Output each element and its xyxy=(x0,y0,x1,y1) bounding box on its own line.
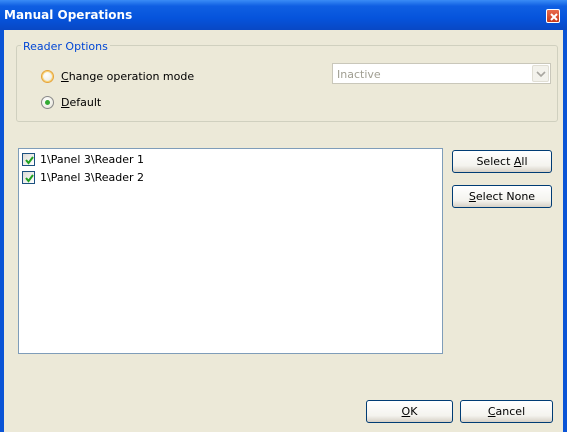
dropdown-button[interactable] xyxy=(532,65,549,82)
select-none-button[interactable]: Select None xyxy=(452,185,552,208)
close-button[interactable] xyxy=(546,9,560,23)
reader-2-checkbox[interactable] xyxy=(22,171,35,184)
chevron-down-icon xyxy=(536,71,546,78)
dialog-body: Reader Options Change operation mode Def… xyxy=(4,30,563,432)
reader-1-label: 1\Panel 3\Reader 1 xyxy=(40,153,145,166)
operation-mode-select[interactable]: Inactive xyxy=(332,63,551,84)
operation-mode-value: Inactive xyxy=(337,68,381,81)
checkmark-icon xyxy=(25,174,34,183)
reader-1-checkbox[interactable] xyxy=(22,153,35,166)
ok-button[interactable]: OK xyxy=(366,400,453,423)
default-label[interactable]: Default xyxy=(61,96,101,109)
change-mode-label[interactable]: Change operation mode xyxy=(61,70,194,83)
window-title: Manual Operations xyxy=(4,8,133,22)
change-mode-radio[interactable] xyxy=(41,70,54,83)
close-icon xyxy=(550,13,558,21)
cancel-button[interactable]: Cancel xyxy=(460,400,553,423)
reader-options-legend: Reader Options xyxy=(21,40,110,53)
default-radio[interactable] xyxy=(41,96,54,109)
reader-2-label: 1\Panel 3\Reader 2 xyxy=(40,171,145,184)
dialog-window: Manual Operations Reader Options Change … xyxy=(0,0,567,432)
radio-selected-dot xyxy=(45,100,50,105)
checkmark-icon xyxy=(25,156,34,165)
reader-list[interactable]: 1\Panel 3\Reader 1 1\Panel 3\Reader 2 xyxy=(18,148,443,354)
title-bar[interactable]: Manual Operations xyxy=(0,0,567,30)
select-all-button[interactable]: Select All xyxy=(452,150,552,173)
